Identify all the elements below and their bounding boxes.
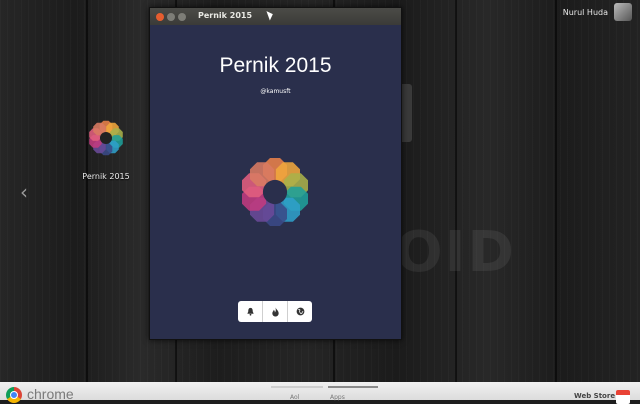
window-title: Pernik 2015	[198, 11, 253, 20]
wood-plank-line	[86, 0, 88, 382]
desktop-app-label: Pernik 2015	[82, 172, 130, 181]
flower-center	[262, 179, 288, 205]
trending-button[interactable]	[263, 301, 288, 322]
globe-icon	[296, 307, 304, 316]
app-handle: @kamusft	[260, 88, 291, 95]
webstore-icon[interactable]	[616, 390, 630, 404]
bell-icon	[246, 307, 254, 316]
page-indicator-apps[interactable]	[328, 386, 378, 388]
webstore-link[interactable]: Web Store	[574, 392, 615, 400]
avatar[interactable]	[614, 3, 632, 21]
launcher-bar: chrome Aol Apps Web Store	[0, 382, 640, 404]
desktop-watermark: OID	[395, 220, 516, 285]
app-title: Pernik 2015	[219, 54, 332, 77]
previous-page-arrow-icon[interactable]: ‹	[20, 180, 28, 204]
wood-plank-line	[555, 0, 557, 382]
action-button-group	[238, 301, 312, 322]
page-indicator-aol[interactable]	[271, 386, 323, 388]
flower-logo-icon	[242, 158, 308, 226]
window-titlebar[interactable]: Pernik 2015	[150, 8, 401, 25]
flower-logo-icon	[89, 120, 123, 156]
window-maximize-button[interactable]	[178, 12, 186, 21]
notifications-button[interactable]	[238, 301, 263, 322]
user-name: Nurul Huda	[562, 7, 608, 17]
fire-icon	[271, 307, 279, 316]
wood-plank-line	[455, 0, 457, 382]
chrome-logo-icon	[6, 387, 22, 403]
desktop-app-pernik[interactable]: Pernik 2015	[76, 108, 136, 181]
app-window[interactable]: Pernik 2015 Pernik 2015 @kamusft	[149, 7, 402, 340]
window-close-button[interactable]	[156, 12, 164, 21]
user-profile[interactable]: Nurul Huda	[563, 3, 632, 21]
window-minimize-button[interactable]	[167, 12, 175, 21]
flower-center	[99, 131, 113, 145]
web-button[interactable]	[288, 301, 312, 322]
